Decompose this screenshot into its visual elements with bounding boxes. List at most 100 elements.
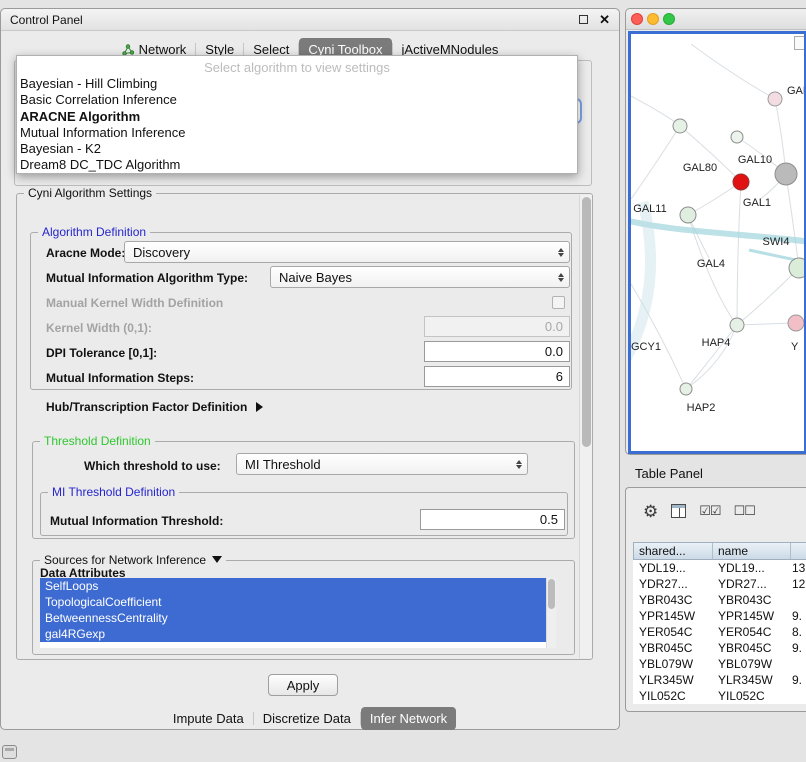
algorithm-option[interactable]: ARACNE Algorithm <box>17 109 577 125</box>
table-cell: YIL052C <box>712 688 790 704</box>
mi-algorithm-type-label: Mutual Information Algorithm Type: <box>46 271 248 285</box>
table-panel-title: Table Panel <box>635 466 703 481</box>
network-node-label: GAL <box>787 85 804 97</box>
table-cell: YBR045C <box>712 640 790 656</box>
network-node[interactable] <box>789 258 804 278</box>
hub-section-toggle[interactable]: Hub/Transcription Factor Definition <box>46 400 263 414</box>
table-row[interactable]: YDR27...YDR27...12 <box>633 576 806 592</box>
float-window-icon[interactable] <box>579 15 588 24</box>
network-tab-icon <box>122 44 134 56</box>
table-cell: YBL079W <box>712 656 790 672</box>
settings-scrollbar[interactable] <box>579 195 592 658</box>
dpi-tolerance-field[interactable]: 0.0 <box>424 341 570 362</box>
close-traffic-light[interactable] <box>631 13 643 25</box>
which-threshold-combobox[interactable]: MI Threshold <box>236 453 528 475</box>
aracne-mode-value: Discovery <box>133 245 190 260</box>
control-panel-window: Control Panel ✕ NetworkStyleSelectCyni T… <box>0 8 620 730</box>
network-node[interactable] <box>733 174 749 190</box>
table-row[interactable]: YBR043CYBR043C <box>633 592 806 608</box>
threshold-definition-group: Threshold Definition Which threshold to … <box>32 441 575 539</box>
table-row[interactable]: YPR145WYPR145W9. <box>633 608 806 624</box>
table-cell: YLR345W <box>712 672 790 688</box>
table-row[interactable]: YIL052CYIL052C <box>633 688 806 704</box>
table-cell: YER054C <box>712 624 790 640</box>
apply-button[interactable]: Apply <box>268 674 338 696</box>
network-node-label: GAL10 <box>738 154 772 166</box>
algorithm-option[interactable]: Dream8 DC_TDC Algorithm <box>17 157 577 173</box>
threshold-definition-title: Threshold Definition <box>40 434 155 448</box>
combo-arrows-icon <box>516 460 522 469</box>
table-column-header[interactable]: shared... <box>634 543 713 559</box>
bottom-tab-discretize-data[interactable]: Discretize Data <box>254 707 360 730</box>
sources-group-title[interactable]: Sources for Network Inference <box>40 553 226 567</box>
select-all-icon[interactable]: ☑☑ <box>699 503 720 519</box>
mi-steps-value: 6 <box>556 369 563 384</box>
network-node[interactable] <box>730 318 744 332</box>
aracne-mode-combobox[interactable]: Discovery <box>124 241 570 263</box>
network-node[interactable] <box>731 131 743 143</box>
table-toolbar: ⚙ ☑☑ ☐☐ <box>626 496 806 526</box>
table-row[interactable]: YER054CYER054C8. <box>633 624 806 640</box>
manual-kernel-label: Manual Kernel Width Definition <box>46 296 223 310</box>
mi-algorithm-type-combobox[interactable]: Naive Bayes <box>270 266 570 288</box>
table-cell: YLR345W <box>633 672 712 688</box>
manual-kernel-checkbox[interactable] <box>552 296 565 309</box>
close-window-icon[interactable]: ✕ <box>599 13 610 26</box>
mi-steps-label: Mutual Information Steps: <box>46 371 194 385</box>
table-row[interactable]: YLR345WYLR345W9. <box>633 672 806 688</box>
network-node[interactable] <box>680 207 696 223</box>
network-node-label: SWI4 <box>763 236 790 248</box>
bottom-tabbar: Impute DataDiscretize DataInfer Network <box>1 707 619 730</box>
table-header-row: shared...name <box>633 542 806 560</box>
table-cell: YPR145W <box>633 608 712 624</box>
mi-steps-field[interactable]: 6 <box>424 366 570 387</box>
network-node[interactable] <box>775 163 797 185</box>
collapsed-arrow-icon <box>256 402 263 412</box>
table-cell <box>790 592 806 608</box>
bottom-tab-infer-network[interactable]: Infer Network <box>361 707 456 730</box>
algorithm-option[interactable]: Mutual Information Inference <box>17 125 577 141</box>
attribute-list-item[interactable]: SelfLoops <box>40 578 546 594</box>
zoom-traffic-light[interactable] <box>663 13 675 25</box>
settings-gear-icon[interactable]: ⚙ <box>643 503 658 520</box>
table-row[interactable]: YDL19...YDL19...13 <box>633 560 806 576</box>
network-node-label: HAP4 <box>702 337 731 349</box>
bottom-tab-impute-data[interactable]: Impute Data <box>164 707 253 730</box>
network-node[interactable] <box>680 383 692 395</box>
attribute-list-scrollthumb[interactable] <box>548 579 555 609</box>
attribute-list-item[interactable]: TopologicalCoefficient <box>40 594 546 610</box>
table-row[interactable]: YBL079WYBL079W <box>633 656 806 672</box>
dpi-tolerance-label: DPI Tolerance [0,1]: <box>46 346 157 360</box>
sources-group: Sources for Network Inference Data Attri… <box>32 560 575 655</box>
minimized-panel-icon[interactable] <box>2 745 17 759</box>
network-node[interactable] <box>768 92 782 106</box>
network-node-label: GAL4 <box>697 258 725 270</box>
algorithm-option[interactable]: Basic Correlation Inference <box>17 92 577 108</box>
network-node-label: GCY1 <box>631 341 661 353</box>
table-cell: YBL079W <box>633 656 712 672</box>
deselect-all-icon[interactable]: ☐☐ <box>734 503 755 519</box>
settings-scrollthumb[interactable] <box>582 197 591 447</box>
table-column-header[interactable] <box>791 543 806 559</box>
attribute-list-item[interactable]: gal4RGexp <box>40 626 546 642</box>
minimize-traffic-light[interactable] <box>647 13 659 25</box>
which-threshold-label: Which threshold to use: <box>84 459 221 473</box>
mi-threshold-field[interactable]: 0.5 <box>420 509 565 530</box>
attribute-list-scrollbar[interactable] <box>546 578 556 648</box>
network-canvas[interactable]: GALGAL80GAL10GAL11GAL1SWI4GAL4GCY1HAP4YH… <box>628 31 806 454</box>
attribute-list-item[interactable]: BetweennessCentrality <box>40 610 546 626</box>
table-column-header[interactable]: name <box>713 543 791 559</box>
table-cell <box>790 688 806 704</box>
table-row[interactable]: YBR045CYBR045C9. <box>633 640 806 656</box>
data-attributes-list[interactable]: SelfLoopsTopologicalCoefficientBetweenne… <box>40 578 556 648</box>
titlebar-icons: ✕ <box>579 13 610 26</box>
network-canvas-svg: GALGAL80GAL10GAL11GAL1SWI4GAL4GCY1HAP4YH… <box>631 34 804 451</box>
algorithm-option[interactable]: Bayesian - Hill Climbing <box>17 76 577 92</box>
table-cell: YER054C <box>633 624 712 640</box>
network-scrollbar[interactable] <box>794 36 805 50</box>
algorithm-option[interactable]: Bayesian - K2 <box>17 141 577 157</box>
network-node[interactable] <box>788 315 804 331</box>
network-node[interactable] <box>673 119 687 133</box>
column-selector-icon[interactable] <box>671 504 686 518</box>
network-node-label: GAL1 <box>743 197 771 209</box>
